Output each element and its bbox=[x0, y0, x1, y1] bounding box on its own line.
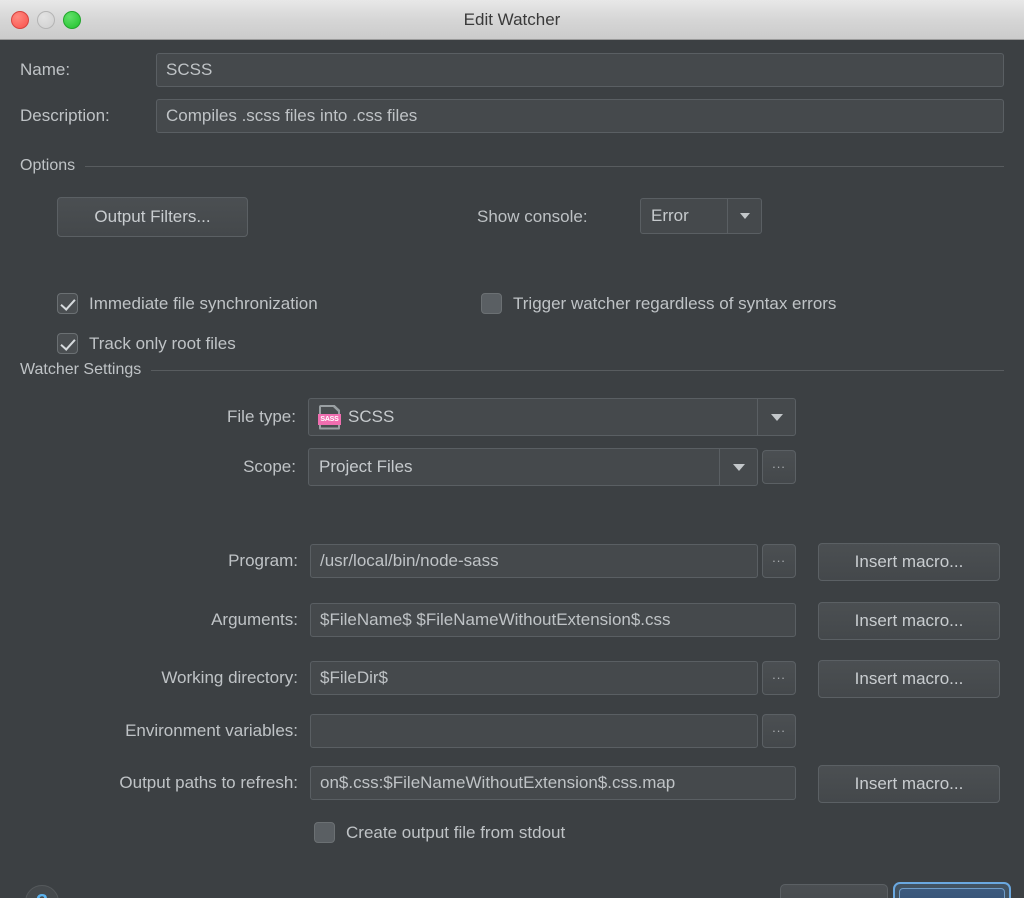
program-input[interactable]: /usr/local/bin/node-sass bbox=[310, 544, 758, 578]
minimize-button[interactable] bbox=[37, 10, 55, 29]
description-input[interactable]: Compiles .scss files into .css files bbox=[156, 99, 1004, 133]
environment-variables-input[interactable] bbox=[310, 714, 758, 748]
immediate-file-sync-checkbox[interactable]: Immediate file synchronization bbox=[57, 293, 318, 314]
scope-browse-button[interactable]: ... bbox=[762, 450, 796, 484]
options-section-title: Options bbox=[20, 157, 76, 174]
file-type-dropdown[interactable]: SASS SCSS bbox=[308, 398, 796, 436]
arguments-input[interactable]: $FileName$ $FileNameWithoutExtension$.cs… bbox=[310, 603, 796, 637]
window-titlebar: Edit Watcher bbox=[0, 0, 1024, 40]
working-directory-row: Working directory: $FileDir$ bbox=[161, 661, 758, 695]
checkbox-label: Track only root files bbox=[89, 333, 236, 353]
arguments-row: Arguments: $FileName$ $FileNameWithoutEx… bbox=[211, 603, 796, 637]
section-divider bbox=[85, 165, 1004, 167]
working-directory-label: Working directory: bbox=[161, 668, 298, 687]
output-paths-insert-macro-button[interactable]: Insert macro... bbox=[818, 765, 1000, 803]
environment-variables-label: Environment variables: bbox=[125, 721, 298, 740]
watcher-settings-section-title: Watcher Settings bbox=[20, 361, 142, 378]
output-paths-label: Output paths to refresh: bbox=[119, 773, 298, 792]
scope-label: Scope: bbox=[243, 457, 296, 476]
description-label: Description: bbox=[20, 106, 110, 125]
program-browse-button[interactable]: ... bbox=[762, 544, 796, 578]
edit-watcher-dialog: Name: SCSS Description: Compiles .scss f… bbox=[0, 40, 1024, 898]
window-title: Edit Watcher bbox=[463, 9, 561, 29]
working-directory-browse-button[interactable]: ... bbox=[762, 661, 796, 695]
working-directory-insert-macro-button[interactable]: Insert macro... bbox=[818, 660, 1000, 698]
file-type-label: File type: bbox=[227, 407, 296, 426]
chevron-down-icon[interactable] bbox=[727, 199, 761, 233]
cancel-button[interactable]: Cancel bbox=[780, 884, 888, 898]
program-label: Program: bbox=[228, 551, 298, 570]
watcher-settings-section-header: Watcher Settings bbox=[20, 361, 1004, 379]
ok-button-focus-ring: OK bbox=[893, 882, 1011, 898]
output-paths-input[interactable]: on$.css:$FileNameWithoutExtension$.css.m… bbox=[310, 766, 796, 800]
checkbox-box[interactable] bbox=[314, 822, 335, 843]
chevron-down-icon[interactable] bbox=[757, 399, 795, 435]
arguments-insert-macro-button[interactable]: Insert macro... bbox=[818, 602, 1000, 640]
file-type-value: SCSS bbox=[348, 407, 395, 426]
program-insert-macro-button[interactable]: Insert macro... bbox=[818, 543, 1000, 581]
traffic-lights bbox=[11, 10, 81, 29]
environment-variables-browse-button[interactable]: ... bbox=[762, 714, 796, 748]
options-section-header: Options bbox=[20, 157, 1004, 175]
checkbox-box[interactable] bbox=[57, 293, 78, 314]
program-row: Program: /usr/local/bin/node-sass bbox=[228, 544, 758, 578]
show-console-value: Error bbox=[651, 206, 689, 225]
scope-value: Project Files bbox=[319, 457, 413, 476]
checkbox-label: Immediate file synchronization bbox=[89, 293, 318, 313]
name-row: Name: SCSS bbox=[20, 53, 1004, 87]
checkbox-box[interactable] bbox=[57, 333, 78, 354]
output-filters-button[interactable]: Output Filters... bbox=[57, 197, 248, 237]
environment-variables-row: Environment variables: bbox=[125, 714, 758, 748]
help-button[interactable]: ? bbox=[25, 885, 59, 898]
ok-button[interactable]: OK bbox=[899, 888, 1005, 898]
trigger-watcher-syntax-errors-checkbox[interactable]: Trigger watcher regardless of syntax err… bbox=[481, 293, 836, 314]
checkbox-label: Trigger watcher regardless of syntax err… bbox=[513, 293, 837, 313]
description-row: Description: Compiles .scss files into .… bbox=[20, 99, 1004, 133]
show-console-dropdown[interactable]: Error bbox=[640, 198, 762, 234]
show-console-label: Show console: bbox=[477, 207, 588, 226]
zoom-button[interactable] bbox=[63, 10, 81, 29]
chevron-down-icon[interactable] bbox=[719, 449, 757, 485]
sass-icon-text: SASS bbox=[318, 413, 341, 425]
checkbox-label: Create output file from stdout bbox=[346, 822, 566, 842]
section-divider bbox=[151, 369, 1004, 371]
scope-row: Scope: Project Files bbox=[243, 448, 758, 486]
working-directory-input[interactable]: $FileDir$ bbox=[310, 661, 758, 695]
name-label: Name: bbox=[20, 60, 71, 79]
sass-file-icon: SASS bbox=[318, 404, 341, 430]
arguments-label: Arguments: bbox=[211, 610, 298, 629]
track-only-root-files-checkbox[interactable]: Track only root files bbox=[57, 333, 236, 354]
create-output-file-checkbox[interactable]: Create output file from stdout bbox=[314, 822, 565, 843]
name-input[interactable]: SCSS bbox=[156, 53, 1004, 87]
file-type-row: File type: SASS SCSS bbox=[227, 398, 796, 436]
close-button[interactable] bbox=[11, 10, 29, 29]
file-type-value-wrap: SASS SCSS bbox=[309, 399, 757, 435]
scope-dropdown[interactable]: Project Files bbox=[308, 448, 758, 486]
checkbox-box[interactable] bbox=[481, 293, 502, 314]
output-paths-row: Output paths to refresh: on$.css:$FileNa… bbox=[119, 766, 796, 800]
